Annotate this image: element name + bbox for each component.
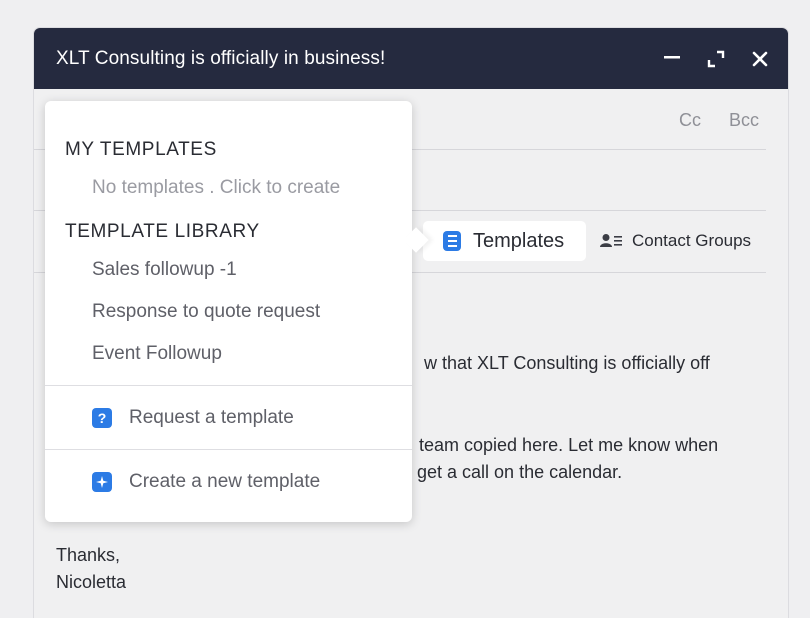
body-line-3[interactable]: get a call on the calendar. [417,459,622,486]
library-item-sales-followup[interactable]: Sales followup -1 [92,259,237,281]
body-line-1[interactable]: w that XLT Consulting is officially off [424,350,710,377]
minimize-button[interactable] [654,28,690,89]
expand-icon [707,50,725,67]
create-template-button[interactable]: Create a new template [92,471,320,493]
library-item-event-followup[interactable]: Event Followup [92,343,222,365]
bcc-link[interactable]: Bcc [729,110,759,131]
request-template-button[interactable]: ? Request a template [92,407,294,429]
body-line-2[interactable]: team copied here. Let me know when [419,432,718,459]
contact-list-icon [600,234,622,247]
template-library-header: TEMPLATE LIBRARY [65,221,260,242]
templates-button-label: Templates [473,229,565,252]
library-item-quote-response[interactable]: Response to quote request [92,301,320,323]
templates-dropdown: MY TEMPLATES No templates . Click to cre… [45,101,429,522]
plus-icon [92,472,112,492]
window-title: XLT Consulting is officially in business… [56,47,386,69]
minimize-icon [664,55,680,58]
contact-groups-label: Contact Groups [632,231,752,250]
document-icon [443,231,461,251]
contact-groups-button[interactable]: Contact Groups [600,231,751,251]
body-signoff[interactable]: Thanks, [56,542,120,569]
templates-button[interactable]: Templates [423,221,586,261]
menu-divider [45,385,412,386]
my-templates-header: MY TEMPLATES [65,139,217,160]
request-template-label: Request a template [129,407,294,428]
title-bar: XLT Consulting is officially in business… [34,28,788,89]
body-signature[interactable]: Nicoletta [56,569,126,596]
my-templates-empty-item[interactable]: No templates . Click to create [92,177,340,199]
cc-link[interactable]: Cc [679,110,701,131]
maximize-button[interactable] [698,28,734,89]
close-button[interactable] [742,28,778,89]
question-icon: ? [92,408,112,428]
create-template-label: Create a new template [129,471,321,492]
close-icon [752,51,768,66]
menu-divider [45,449,412,450]
